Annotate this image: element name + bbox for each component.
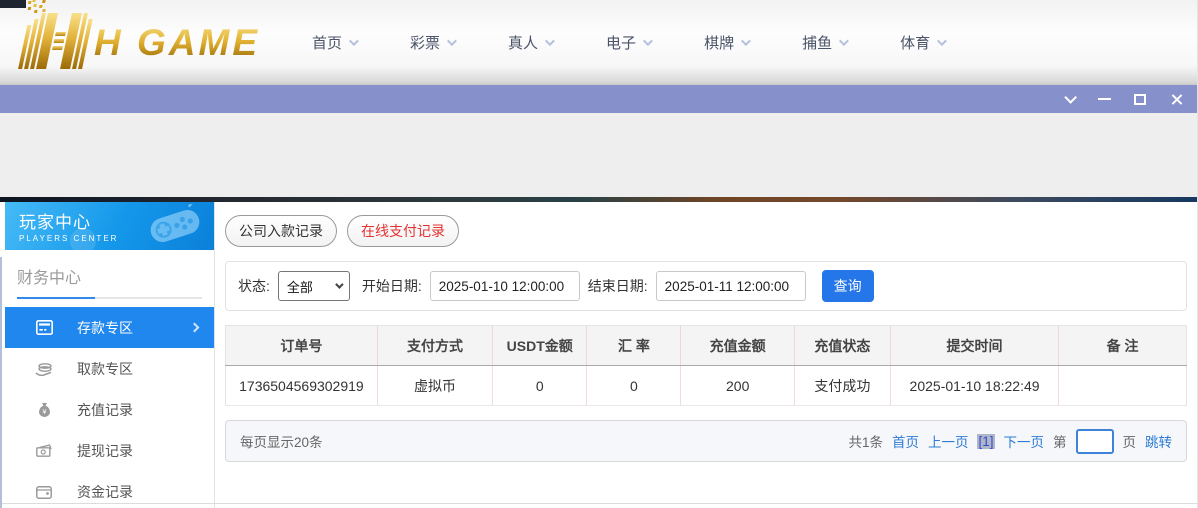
chevron-down-icon xyxy=(741,36,751,47)
first-page-link[interactable]: 首页 xyxy=(892,431,919,451)
main-area: 玩家中心 PLAYERS CENTER 财务中心 存款专区 取款专区 ¥ 充值记… xyxy=(0,202,1197,508)
col-order-number: 订单号 xyxy=(225,325,378,366)
sidebar-item-label: 存款专区 xyxy=(77,319,133,336)
site-logo[interactable]: H GAME xyxy=(10,0,260,78)
page-jump-input[interactable] xyxy=(1075,428,1114,454)
nav-item-home[interactable]: 首页 xyxy=(312,32,359,53)
nav-item-fishing[interactable]: 捕鱼 xyxy=(802,32,849,53)
page-size-text: 每页显示20条 xyxy=(240,435,323,450)
corner-decoration xyxy=(0,0,26,8)
prev-page-link[interactable]: 上一页 xyxy=(928,431,969,451)
sidebar-item-label: 充值记录 xyxy=(77,401,133,418)
sidebar-item-label: 资金记录 xyxy=(77,483,133,500)
current-page-indicator[interactable]: [1] xyxy=(977,433,995,449)
col-usdt-amount: USDT金额 xyxy=(492,325,588,366)
pagination-controls: 共1条 首页 上一页 [1] 下一页 第 页 跳转 xyxy=(848,428,1172,454)
chevron-down-icon xyxy=(335,280,344,289)
chevron-down-icon xyxy=(446,36,457,47)
section-underline xyxy=(17,297,202,299)
col-submit-time: 提交时间 xyxy=(890,325,1060,366)
sidebar-item-label: 取款专区 xyxy=(77,360,133,377)
purse-icon xyxy=(35,483,53,501)
end-date-input[interactable] xyxy=(655,271,806,301)
cell-recharge-status: 支付成功 xyxy=(794,365,891,406)
chevron-down-icon xyxy=(643,36,653,47)
app-window: H GAME 首页 彩票 真人 电子 棋牌 捕鱼 体育 玩家中心 PLAYERS… xyxy=(0,0,1198,508)
cell-submit-time: 2025-01-10 18:22:49 xyxy=(890,365,1060,406)
finance-center-heading: 财务中心 xyxy=(17,270,82,287)
banknote-icon xyxy=(35,442,53,460)
sidebar-item-recharge-records[interactable]: ¥ 充值记录 xyxy=(5,389,214,430)
svg-text:¥: ¥ xyxy=(42,409,46,416)
filter-bar: 状态: 全部 开始日期: 结束日期: 查询 xyxy=(225,261,1187,311)
nav-item-slots[interactable]: 电子 xyxy=(606,32,653,53)
nav-item-sports[interactable]: 体育 xyxy=(900,32,947,53)
gamepad-icon xyxy=(150,204,201,243)
logo-text: H GAME xyxy=(94,21,260,63)
table-header-row: 订单号 支付方式 USDT金额 汇 率 充值金额 充值状态 提交时间 备 注 xyxy=(225,325,1187,366)
nav-item-live[interactable]: 真人 xyxy=(508,32,555,53)
query-button[interactable]: 查询 xyxy=(821,270,874,302)
deposit-card-icon xyxy=(35,319,53,337)
cell-exchange-rate: 0 xyxy=(586,365,682,406)
nav-item-lottery[interactable]: 彩票 xyxy=(410,32,457,53)
sidebar-item-label: 提现记录 xyxy=(77,442,133,459)
jump-button[interactable]: 跳转 xyxy=(1145,431,1172,451)
minimize-icon[interactable] xyxy=(1095,90,1113,108)
content-panel: 公司入款记录 在线支付记录 状态: 全部 开始日期: 结束日期: 查询 xyxy=(215,202,1197,508)
chevron-down-icon xyxy=(545,36,555,47)
chevron-right-icon xyxy=(189,322,200,333)
total-count-text: 共1条 xyxy=(848,435,883,450)
bottom-divider xyxy=(0,503,1197,504)
end-date-label: 结束日期: xyxy=(587,278,648,294)
start-date-label: 开始日期: xyxy=(361,278,422,294)
sidebar-item-withdraw-zone[interactable]: 取款专区 xyxy=(5,348,214,389)
jump-suffix-label: 页 xyxy=(1122,435,1137,450)
col-payment-method: 支付方式 xyxy=(377,325,494,366)
next-page-link[interactable]: 下一页 xyxy=(1004,431,1045,451)
start-date-input[interactable] xyxy=(429,271,580,301)
col-recharge-amount: 充值金额 xyxy=(680,325,795,366)
sidebar-item-deposit-zone[interactable]: 存款专区 xyxy=(5,307,214,348)
close-icon[interactable] xyxy=(1167,90,1185,108)
money-bag-icon: ¥ xyxy=(35,401,53,419)
maximize-icon[interactable] xyxy=(1131,90,1149,108)
col-exchange-rate: 汇 率 xyxy=(586,325,682,366)
window-left-border xyxy=(0,257,2,508)
col-recharge-status: 充值状态 xyxy=(794,325,891,366)
table-row: 1736504569302919 虚拟币 0 0 200 支付成功 2025-0… xyxy=(225,365,1187,406)
decorative-circle xyxy=(70,228,96,250)
sidebar: 玩家中心 PLAYERS CENTER 财务中心 存款专区 取款专区 ¥ 充值记… xyxy=(0,202,215,508)
desktop-background xyxy=(0,113,1197,197)
cell-recharge-amount: 200 xyxy=(680,365,795,406)
chevron-down-icon xyxy=(348,36,359,47)
jump-prefix-label: 第 xyxy=(1053,435,1067,450)
tab-online-payment-records[interactable]: 在线支付记录 xyxy=(347,215,459,247)
window-titlebar xyxy=(0,85,1197,113)
record-tabs: 公司入款记录 在线支付记录 xyxy=(225,215,1187,247)
cell-order-number: 1736504569302919 xyxy=(225,365,378,406)
chevron-down-icon xyxy=(937,36,947,47)
main-nav: 首页 彩票 真人 电子 棋牌 捕鱼 体育 xyxy=(312,32,947,53)
records-table: 订单号 支付方式 USDT金额 汇 率 充值金额 充值状态 提交时间 备 注 1… xyxy=(225,325,1187,406)
cell-remarks xyxy=(1058,365,1187,406)
cell-payment-method: 虚拟币 xyxy=(377,365,494,406)
site-header: H GAME 首页 彩票 真人 电子 棋牌 捕鱼 体育 xyxy=(0,0,1197,85)
chevron-down-icon xyxy=(839,36,849,47)
sidebar-item-withdrawal-records[interactable]: 提现记录 xyxy=(5,430,214,471)
withdraw-hand-icon xyxy=(35,360,53,378)
nav-item-chess[interactable]: 棋牌 xyxy=(704,32,751,53)
players-center-banner: 玩家中心 PLAYERS CENTER xyxy=(5,202,214,250)
logo-h-icon xyxy=(18,0,94,69)
cell-usdt-amount: 0 xyxy=(492,365,588,406)
collapse-icon[interactable] xyxy=(1059,90,1077,108)
status-label: 状态: xyxy=(238,278,270,294)
status-select[interactable]: 全部 xyxy=(277,271,350,301)
col-remarks: 备 注 xyxy=(1058,325,1187,366)
tab-company-deposit-records[interactable]: 公司入款记录 xyxy=(225,215,337,247)
pagination-bar: 每页显示20条 共1条 首页 上一页 [1] 下一页 第 页 跳转 xyxy=(225,420,1187,462)
status-select-value: 全部 xyxy=(286,279,313,295)
